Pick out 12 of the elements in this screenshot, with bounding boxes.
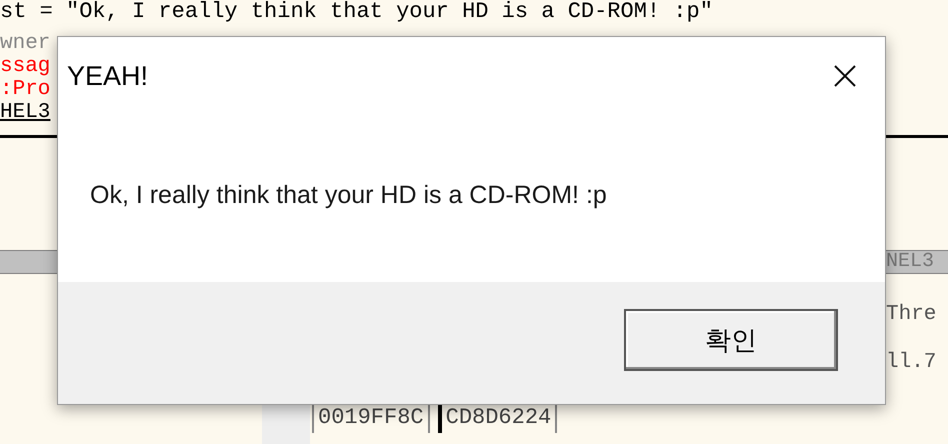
dialog-title: YEAH! [67,60,148,93]
ok-button[interactable]: 확인 [624,309,838,371]
code-line: st = "Ok, I really think that your HD is a CD-ROM! :p" [0,0,713,26]
dialog-message: Ok, I really think that your HD is a CD-ROM! :p [90,180,608,211]
code-fragment: ssag [0,55,50,78]
code-fragment: :Pro [0,78,50,101]
code-fragment: ll.7 [886,350,936,376]
code-fragment: wner [0,32,50,55]
panel-header: NEL3 [886,250,934,274]
code-fragment: HEL3 [0,101,50,124]
close-icon[interactable] [833,64,857,88]
code-fragment: Thre [886,302,936,328]
